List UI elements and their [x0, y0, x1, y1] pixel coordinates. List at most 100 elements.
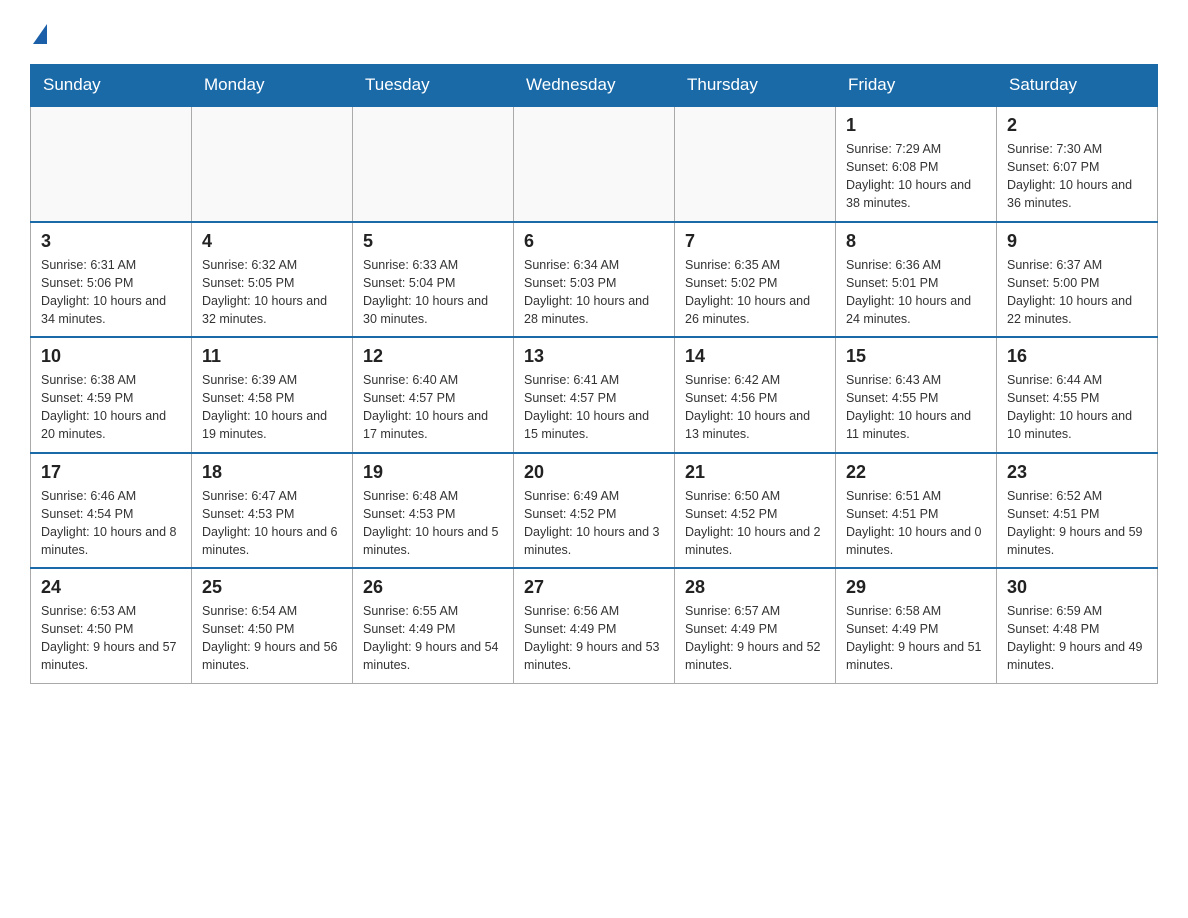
calendar-cell — [192, 106, 353, 222]
calendar-cell: 10 Sunrise: 6:38 AM Sunset: 4:59 PM Dayli… — [31, 337, 192, 453]
day-sun-info: Sunrise: 6:47 AM Sunset: 4:53 PM Dayligh… — [202, 487, 342, 560]
calendar-cell — [353, 106, 514, 222]
day-sun-info: Sunrise: 6:56 AM Sunset: 4:49 PM Dayligh… — [524, 602, 664, 675]
day-sun-info: Sunrise: 6:58 AM Sunset: 4:49 PM Dayligh… — [846, 602, 986, 675]
calendar-cell — [675, 106, 836, 222]
day-number: 12 — [363, 346, 503, 367]
day-sun-info: Sunrise: 6:59 AM Sunset: 4:48 PM Dayligh… — [1007, 602, 1147, 675]
day-number: 8 — [846, 231, 986, 252]
day-number: 23 — [1007, 462, 1147, 483]
day-sun-info: Sunrise: 6:41 AM Sunset: 4:57 PM Dayligh… — [524, 371, 664, 444]
day-number: 22 — [846, 462, 986, 483]
calendar-cell: 24 Sunrise: 6:53 AM Sunset: 4:50 PM Dayli… — [31, 568, 192, 683]
day-number: 6 — [524, 231, 664, 252]
day-sun-info: Sunrise: 6:34 AM Sunset: 5:03 PM Dayligh… — [524, 256, 664, 329]
day-of-week-header: Wednesday — [514, 65, 675, 107]
calendar-header-row: SundayMondayTuesdayWednesdayThursdayFrid… — [31, 65, 1158, 107]
day-number: 11 — [202, 346, 342, 367]
logo — [30, 20, 47, 44]
calendar-cell — [31, 106, 192, 222]
day-sun-info: Sunrise: 6:39 AM Sunset: 4:58 PM Dayligh… — [202, 371, 342, 444]
day-number: 4 — [202, 231, 342, 252]
week-row: 10 Sunrise: 6:38 AM Sunset: 4:59 PM Dayli… — [31, 337, 1158, 453]
calendar-cell: 28 Sunrise: 6:57 AM Sunset: 4:49 PM Dayli… — [675, 568, 836, 683]
day-number: 26 — [363, 577, 503, 598]
day-sun-info: Sunrise: 6:38 AM Sunset: 4:59 PM Dayligh… — [41, 371, 181, 444]
calendar-cell — [514, 106, 675, 222]
calendar-cell: 25 Sunrise: 6:54 AM Sunset: 4:50 PM Dayli… — [192, 568, 353, 683]
day-number: 27 — [524, 577, 664, 598]
calendar-cell: 22 Sunrise: 6:51 AM Sunset: 4:51 PM Dayli… — [836, 453, 997, 569]
day-number: 10 — [41, 346, 181, 367]
calendar-cell: 14 Sunrise: 6:42 AM Sunset: 4:56 PM Dayli… — [675, 337, 836, 453]
day-number: 2 — [1007, 115, 1147, 136]
day-number: 7 — [685, 231, 825, 252]
day-number: 28 — [685, 577, 825, 598]
day-number: 18 — [202, 462, 342, 483]
calendar-cell: 11 Sunrise: 6:39 AM Sunset: 4:58 PM Dayli… — [192, 337, 353, 453]
day-sun-info: Sunrise: 6:52 AM Sunset: 4:51 PM Dayligh… — [1007, 487, 1147, 560]
day-number: 13 — [524, 346, 664, 367]
day-sun-info: Sunrise: 6:46 AM Sunset: 4:54 PM Dayligh… — [41, 487, 181, 560]
day-of-week-header: Friday — [836, 65, 997, 107]
day-number: 15 — [846, 346, 986, 367]
calendar-cell: 13 Sunrise: 6:41 AM Sunset: 4:57 PM Dayli… — [514, 337, 675, 453]
day-sun-info: Sunrise: 6:55 AM Sunset: 4:49 PM Dayligh… — [363, 602, 503, 675]
calendar-table: SundayMondayTuesdayWednesdayThursdayFrid… — [30, 64, 1158, 684]
day-sun-info: Sunrise: 6:49 AM Sunset: 4:52 PM Dayligh… — [524, 487, 664, 560]
day-number: 30 — [1007, 577, 1147, 598]
calendar-cell: 20 Sunrise: 6:49 AM Sunset: 4:52 PM Dayli… — [514, 453, 675, 569]
day-sun-info: Sunrise: 6:54 AM Sunset: 4:50 PM Dayligh… — [202, 602, 342, 675]
day-sun-info: Sunrise: 6:44 AM Sunset: 4:55 PM Dayligh… — [1007, 371, 1147, 444]
day-sun-info: Sunrise: 6:57 AM Sunset: 4:49 PM Dayligh… — [685, 602, 825, 675]
day-number: 16 — [1007, 346, 1147, 367]
calendar-cell: 4 Sunrise: 6:32 AM Sunset: 5:05 PM Daylig… — [192, 222, 353, 338]
calendar-cell: 5Sunrise: 6:33 AM Sunset: 5:04 PM Daylig… — [353, 222, 514, 338]
day-sun-info: Sunrise: 6:32 AM Sunset: 5:05 PM Dayligh… — [202, 256, 342, 329]
day-sun-info: Sunrise: 7:30 AM Sunset: 6:07 PM Dayligh… — [1007, 140, 1147, 213]
day-of-week-header: Thursday — [675, 65, 836, 107]
day-number: 25 — [202, 577, 342, 598]
calendar-cell: 1 Sunrise: 7:29 AM Sunset: 6:08 PM Daylig… — [836, 106, 997, 222]
calendar-cell: 7 Sunrise: 6:35 AM Sunset: 5:02 PM Daylig… — [675, 222, 836, 338]
day-number: 20 — [524, 462, 664, 483]
day-sun-info: Sunrise: 6:35 AM Sunset: 5:02 PM Dayligh… — [685, 256, 825, 329]
calendar-cell: 18 Sunrise: 6:47 AM Sunset: 4:53 PM Dayli… — [192, 453, 353, 569]
day-number: 5 — [363, 231, 503, 252]
week-row: 24 Sunrise: 6:53 AM Sunset: 4:50 PM Dayli… — [31, 568, 1158, 683]
day-number: 9 — [1007, 231, 1147, 252]
calendar-cell: 9 Sunrise: 6:37 AM Sunset: 5:00 PM Daylig… — [997, 222, 1158, 338]
day-sun-info: Sunrise: 6:51 AM Sunset: 4:51 PM Dayligh… — [846, 487, 986, 560]
week-row: 1 Sunrise: 7:29 AM Sunset: 6:08 PM Daylig… — [31, 106, 1158, 222]
calendar-cell: 26 Sunrise: 6:55 AM Sunset: 4:49 PM Dayli… — [353, 568, 514, 683]
day-number: 19 — [363, 462, 503, 483]
calendar-cell: 15 Sunrise: 6:43 AM Sunset: 4:55 PM Dayli… — [836, 337, 997, 453]
calendar-cell: 6 Sunrise: 6:34 AM Sunset: 5:03 PM Daylig… — [514, 222, 675, 338]
day-of-week-header: Tuesday — [353, 65, 514, 107]
day-number: 14 — [685, 346, 825, 367]
day-of-week-header: Sunday — [31, 65, 192, 107]
day-sun-info: Sunrise: 6:36 AM Sunset: 5:01 PM Dayligh… — [846, 256, 986, 329]
day-number: 17 — [41, 462, 181, 483]
day-of-week-header: Saturday — [997, 65, 1158, 107]
page-header — [30, 20, 1158, 44]
day-sun-info: Sunrise: 6:40 AM Sunset: 4:57 PM Dayligh… — [363, 371, 503, 444]
day-sun-info: Sunrise: 6:53 AM Sunset: 4:50 PM Dayligh… — [41, 602, 181, 675]
day-number: 24 — [41, 577, 181, 598]
week-row: 17 Sunrise: 6:46 AM Sunset: 4:54 PM Dayli… — [31, 453, 1158, 569]
day-sun-info: Sunrise: 6:48 AM Sunset: 4:53 PM Dayligh… — [363, 487, 503, 560]
day-sun-info: Sunrise: 6:37 AM Sunset: 5:00 PM Dayligh… — [1007, 256, 1147, 329]
day-sun-info: Sunrise: 6:50 AM Sunset: 4:52 PM Dayligh… — [685, 487, 825, 560]
day-of-week-header: Monday — [192, 65, 353, 107]
day-sun-info: Sunrise: 6:42 AM Sunset: 4:56 PM Dayligh… — [685, 371, 825, 444]
day-number: 1 — [846, 115, 986, 136]
day-sun-info: Sunrise: 6:43 AM Sunset: 4:55 PM Dayligh… — [846, 371, 986, 444]
calendar-cell: 3Sunrise: 6:31 AM Sunset: 5:06 PM Daylig… — [31, 222, 192, 338]
day-sun-info: Sunrise: 7:29 AM Sunset: 6:08 PM Dayligh… — [846, 140, 986, 213]
calendar-cell: 19 Sunrise: 6:48 AM Sunset: 4:53 PM Dayli… — [353, 453, 514, 569]
calendar-cell: 27 Sunrise: 6:56 AM Sunset: 4:49 PM Dayli… — [514, 568, 675, 683]
calendar-cell: 23 Sunrise: 6:52 AM Sunset: 4:51 PM Dayli… — [997, 453, 1158, 569]
calendar-cell: 17 Sunrise: 6:46 AM Sunset: 4:54 PM Dayli… — [31, 453, 192, 569]
calendar-cell: 29Sunrise: 6:58 AM Sunset: 4:49 PM Dayli… — [836, 568, 997, 683]
calendar-cell: 16 Sunrise: 6:44 AM Sunset: 4:55 PM Dayli… — [997, 337, 1158, 453]
